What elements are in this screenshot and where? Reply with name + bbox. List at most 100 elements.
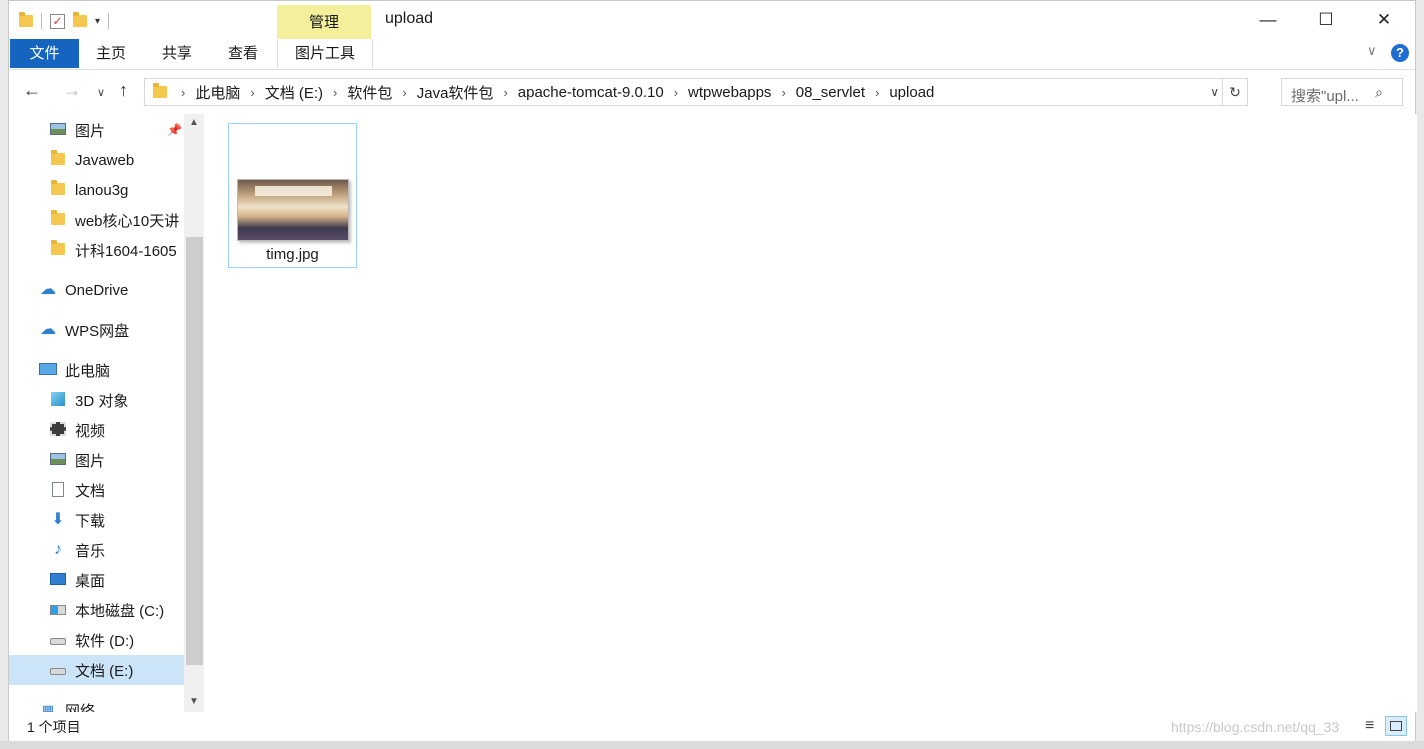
sidebar-item-wps[interactable]: ☁ WPS网盘 (9, 315, 185, 345)
drive-icon (50, 638, 66, 645)
sidebar-item-pictures-pinned[interactable]: 图片 📌 (9, 115, 185, 145)
breadcrumb-wtpwebapps[interactable]: wtpwebapps (688, 84, 771, 101)
file-explorer-window: ✓ ▾ 管理 upload — ☐ ✕ 文件 主页 共享 查看 图片工具 ∨ ?… (8, 0, 1417, 741)
folder-icon (51, 210, 65, 225)
sidebar-item-videos[interactable]: 视频 (9, 415, 185, 445)
sidebar-item-label: web核心10天讲 (75, 212, 180, 230)
close-button[interactable]: ✕ (1355, 1, 1413, 39)
sidebar-item-label: 文档 (E:) (75, 662, 134, 680)
scroll-up-icon[interactable]: ▲ (184, 114, 204, 132)
pin-icon[interactable]: 📌 (167, 123, 182, 137)
tab-picture-tools[interactable]: 图片工具 (277, 39, 373, 68)
back-button[interactable]: ← (23, 80, 41, 101)
background-left (0, 0, 8, 749)
chevron-right-icon[interactable]: › (503, 85, 507, 100)
breadcrumb-tomcat[interactable]: apache-tomcat-9.0.10 (518, 84, 664, 101)
recent-locations-icon[interactable]: ∨ (97, 86, 105, 99)
sidebar-item-label: 本地磁盘 (C:) (75, 602, 165, 620)
minimize-button[interactable]: — (1239, 1, 1297, 39)
onedrive-cloud-icon: ☁ (40, 281, 56, 298)
background-right (1416, 0, 1424, 749)
toolbar-separator (108, 13, 110, 29)
sidebar-item-javaweb[interactable]: Javaweb (9, 145, 185, 175)
tab-file[interactable]: 文件 (10, 39, 79, 68)
maximize-button[interactable]: ☐ (1297, 1, 1355, 39)
downloads-icon: ⬇ (51, 511, 65, 528)
sidebar-item-lanou3g[interactable]: lanou3g (9, 175, 185, 205)
sidebar-item-documents[interactable]: 文档 (9, 475, 185, 505)
chevron-right-icon[interactable]: › (781, 85, 785, 100)
sidebar-item-downloads[interactable]: ⬇ 下载 (9, 505, 185, 535)
breadcrumb-servlet[interactable]: 08_servlet (796, 84, 865, 101)
wps-cloud-icon: ☁ (40, 321, 56, 338)
sidebar-item-this-pc[interactable]: 此电脑 (9, 355, 185, 385)
chevron-right-icon[interactable]: › (402, 85, 406, 100)
background-bottom (0, 741, 1424, 749)
sidebar-item-class-folder[interactable]: 计科1604-1605 (9, 235, 185, 265)
sidebar-item-label: 网络 (65, 702, 96, 713)
large-icons-view-button[interactable] (1385, 716, 1407, 736)
sidebar-item-label: 桌面 (75, 572, 106, 590)
sidebar-item-pictures[interactable]: 图片 (9, 445, 185, 475)
refresh-icon[interactable]: ↻ (1222, 79, 1247, 105)
search-icon[interactable]: ⌕ (1370, 84, 1388, 100)
sidebar-item-network[interactable]: ▦ 网络 (9, 695, 185, 712)
navigation-pane: 图片 📌 Javaweb lanou3g web核心10天讲 计科1604-16… (9, 114, 205, 712)
help-icon[interactable]: ? (1391, 44, 1409, 62)
sidebar-item-drive-d[interactable]: 软件 (D:) (9, 625, 185, 655)
forward-button[interactable]: → (63, 80, 81, 101)
ribbon-tabs: 文件 主页 共享 查看 图片工具 ∨ ? (9, 39, 1415, 70)
tab-view[interactable]: 查看 (211, 39, 275, 68)
chevron-right-icon[interactable]: › (333, 85, 337, 100)
chevron-right-icon[interactable]: › (674, 85, 678, 100)
tab-home[interactable]: 主页 (79, 39, 143, 68)
breadcrumb-software[interactable]: 软件包 (347, 82, 392, 103)
sidebar-item-web-core[interactable]: web核心10天讲 (9, 205, 185, 235)
tab-share[interactable]: 共享 (145, 39, 209, 68)
sidebar-item-music[interactable]: ♪ 音乐 (9, 535, 185, 565)
sidebar-item-label: 计科1604-1605 (75, 242, 177, 260)
music-icon: ♪ (54, 541, 62, 558)
file-item[interactable]: timg.jpg (228, 123, 357, 268)
scrollbar-thumb[interactable] (186, 237, 203, 665)
address-bar[interactable]: › 此电脑 › 文档 (E:) › 软件包 › Java软件包 › apache-tomc… (144, 78, 1248, 106)
scroll-down-icon[interactable]: ▼ (184, 693, 204, 711)
sidebar-item-label: 视频 (75, 422, 106, 440)
image-thumbnail (237, 179, 349, 241)
this-pc-icon (39, 363, 57, 375)
details-view-button[interactable] (1359, 716, 1381, 736)
toolbar-separator (41, 13, 42, 29)
sidebar-item-drive-c[interactable]: 本地磁盘 (C:) (9, 595, 185, 625)
sidebar-item-3d-objects[interactable]: 3D 对象 (9, 385, 185, 415)
context-tab-manage[interactable]: 管理 (277, 5, 371, 39)
title-bar: ✓ ▾ 管理 upload — ☐ ✕ (9, 1, 1415, 39)
folder-icon[interactable] (19, 12, 33, 27)
customize-dropdown-icon[interactable]: ▾ (95, 16, 100, 27)
up-button[interactable]: ↑ (119, 80, 128, 101)
sidebar-item-desktop[interactable]: 桌面 (9, 565, 185, 595)
sidebar-item-label: 下载 (75, 512, 106, 530)
properties-icon[interactable]: ✓ (50, 13, 65, 29)
breadcrumb-this-pc[interactable]: 此电脑 (195, 82, 240, 103)
sidebar-item-onedrive[interactable]: ☁ OneDrive (9, 275, 185, 305)
search-input[interactable]: 搜索"upl... ⌕ (1281, 78, 1403, 106)
watermark-text: https://blog.csdn.net/qq_33 (1171, 719, 1340, 735)
breadcrumb-upload[interactable]: upload (889, 84, 934, 101)
file-list: timg.jpg (205, 114, 1417, 712)
new-folder-icon[interactable] (73, 12, 87, 27)
expand-ribbon-icon[interactable]: ∨ (1367, 43, 1377, 59)
breadcrumb-java[interactable]: Java软件包 (417, 82, 494, 103)
sidebar-item-label: 此电脑 (65, 362, 111, 380)
window-title: upload (385, 10, 434, 27)
breadcrumb-drive-e[interactable]: 文档 (E:) (265, 82, 323, 103)
chevron-right-icon[interactable]: › (181, 85, 185, 100)
sidebar-item-drive-e[interactable]: 文档 (E:) (9, 655, 185, 685)
3d-objects-icon (51, 392, 65, 406)
address-dropdown-icon[interactable]: ∨ (1210, 85, 1219, 99)
pictures-icon (50, 453, 66, 465)
sidebar-item-label: 图片 (75, 452, 106, 470)
chevron-right-icon[interactable]: › (250, 85, 254, 100)
desktop-icon (50, 573, 66, 585)
chevron-right-icon[interactable]: › (875, 85, 879, 100)
sidebar-item-label: OneDrive (65, 281, 129, 299)
